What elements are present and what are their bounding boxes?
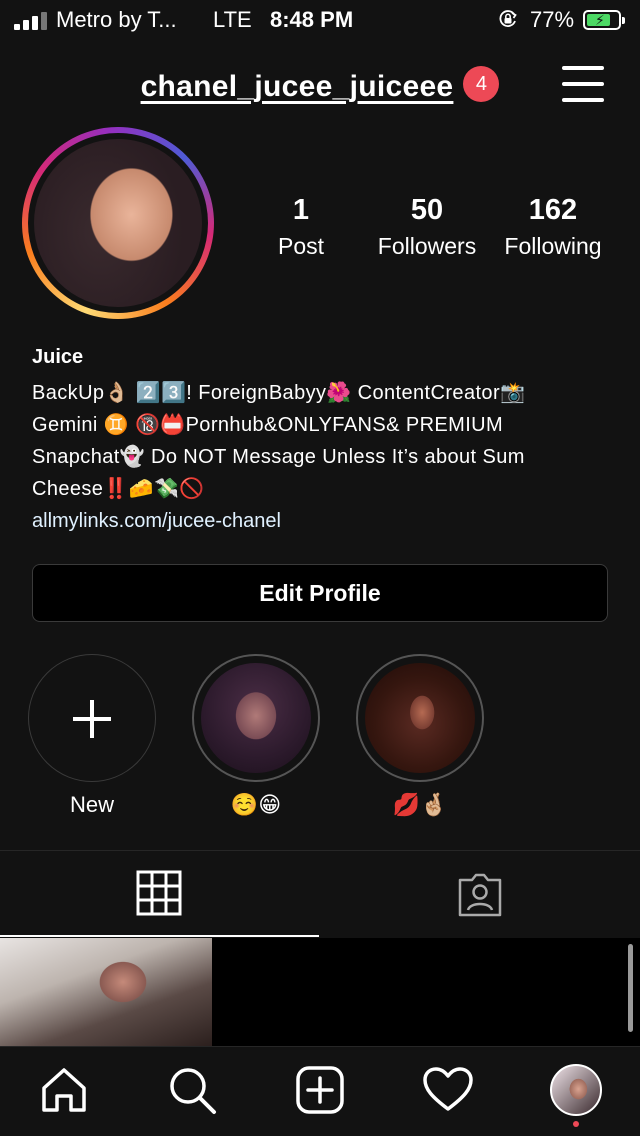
- username-switcher[interactable]: chanel_jucee_juiceee: [141, 70, 454, 103]
- story-highlight[interactable]: [356, 654, 484, 782]
- divider: [0, 850, 640, 851]
- highlight-cover: [365, 663, 475, 773]
- active-tab-indicator: [0, 935, 319, 937]
- bio-line: BackUp👌🏼 2️⃣3️⃣! ForeignBabyy🌺 ContentCr…: [32, 382, 526, 404]
- battery-charging-icon: ⚡: [583, 10, 625, 30]
- notification-badge[interactable]: 4: [463, 66, 500, 102]
- following-count[interactable]: 162 Following: [494, 194, 612, 260]
- network-type: LTE: [213, 7, 252, 32]
- profile-avatar[interactable]: [22, 127, 214, 319]
- battery-percent: 77%: [530, 7, 575, 32]
- new-post-icon[interactable]: [294, 1064, 346, 1116]
- status-bar: Metro by T... LTE 8:48 PM 77% ⚡: [0, 0, 640, 40]
- new-highlight-button[interactable]: [28, 654, 156, 782]
- notification-dot: [573, 1121, 579, 1127]
- followers-count[interactable]: 50 Followers: [368, 194, 486, 260]
- bio-website-link[interactable]: allmylinks.com/jucee-chanel: [32, 510, 281, 533]
- highlight-label: 💋🤞🏼: [392, 792, 448, 817]
- highlight-label: ☺️😁: [230, 792, 282, 817]
- bio-line: Gemini ♊️ 🔞📛Pornhub&ONLYFANS& PREMIUM: [32, 414, 504, 436]
- home-icon[interactable]: [38, 1064, 90, 1116]
- followers-count-label: Followers: [377, 233, 477, 259]
- profile-header: chanel_jucee_juiceee 4: [0, 66, 640, 104]
- following-count-label: Following: [504, 233, 602, 259]
- carrier-name: Metro by T...: [56, 7, 177, 32]
- highlight-label: New: [69, 792, 114, 817]
- orientation-lock-icon: [499, 10, 517, 27]
- signal-icon: [14, 12, 48, 30]
- tagged-icon[interactable]: [456, 872, 504, 918]
- followers-count-value: 50: [410, 194, 444, 226]
- posts-count-value: 1: [292, 194, 310, 226]
- bio-line: Cheese‼️🧀💸🚫: [32, 478, 205, 500]
- story-highlight[interactable]: [192, 654, 320, 782]
- clock: 8:48 PM: [270, 7, 354, 32]
- highlight-cover: [201, 663, 311, 773]
- following-count-value: 162: [528, 194, 578, 226]
- post-thumbnail[interactable]: [0, 938, 212, 1048]
- search-icon[interactable]: [166, 1064, 218, 1116]
- grid-icon[interactable]: [136, 870, 182, 916]
- avatar-photo: [34, 139, 202, 307]
- activity-heart-icon[interactable]: [422, 1064, 474, 1116]
- edit-profile-button[interactable]: Edit Profile: [32, 564, 608, 622]
- hamburger-menu-icon[interactable]: [562, 66, 604, 102]
- posts-count[interactable]: 1 Post: [262, 194, 340, 260]
- profile-display-name: Juice: [32, 346, 84, 368]
- scrollbar[interactable]: [628, 944, 633, 1032]
- bio-line: Snapchat👻 Do NOT Message Unless It’s abo…: [32, 446, 525, 468]
- posts-count-label: Post: [277, 233, 325, 259]
- profile-avatar[interactable]: [550, 1064, 602, 1116]
